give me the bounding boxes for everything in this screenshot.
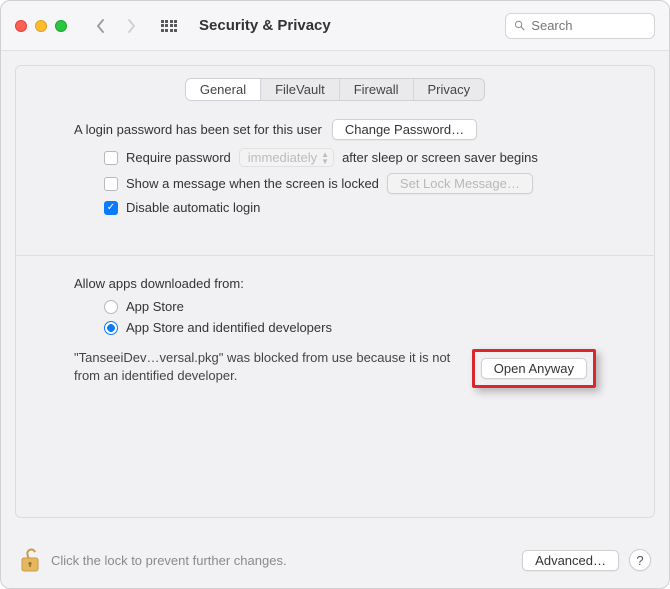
show-message-checkbox[interactable] [104, 177, 118, 191]
set-lock-message-button: Set Lock Message… [387, 173, 533, 194]
allow-identified-label: App Store and identified developers [126, 320, 332, 335]
help-button[interactable]: ? [629, 549, 651, 571]
blocked-app-row: "TanseeiDev…versal.pkg" was blocked from… [74, 349, 596, 388]
tab-filevault[interactable]: FileVault [261, 79, 340, 100]
disable-auto-login-checkbox[interactable] [104, 201, 118, 215]
show-message-row: Show a message when the screen is locked… [104, 173, 596, 194]
require-password-label: Require password [126, 150, 231, 165]
zoom-window-button[interactable] [55, 20, 67, 32]
chevron-updown-icon: ▲▼ [321, 151, 329, 165]
tab-firewall[interactable]: Firewall [340, 79, 414, 100]
allow-identified-row: App Store and identified developers [104, 320, 596, 335]
allow-appstore-radio[interactable] [104, 300, 118, 314]
back-button[interactable] [89, 14, 113, 38]
password-set-label: A login password has been set for this u… [74, 122, 322, 137]
search-input[interactable] [531, 18, 646, 33]
disable-auto-login-row: Disable automatic login [104, 200, 596, 215]
allow-appstore-row: App Store [104, 299, 596, 314]
minimize-window-button[interactable] [35, 20, 47, 32]
lock-open-icon[interactable] [19, 547, 41, 573]
nav-buttons [89, 14, 143, 38]
settings-pane: General FileVault Firewall Privacy A log… [15, 65, 655, 518]
window-controls [15, 20, 67, 32]
section-divider [16, 255, 654, 256]
tab-privacy[interactable]: Privacy [414, 79, 485, 100]
change-password-button[interactable]: Change Password… [332, 119, 477, 140]
allow-apps-heading: Allow apps downloaded from: [74, 276, 596, 291]
search-icon [514, 19, 525, 32]
content-area: General FileVault Firewall Privacy A log… [1, 51, 669, 532]
annotation-highlight: Open Anyway [472, 349, 596, 388]
advanced-button[interactable]: Advanced… [522, 550, 619, 571]
login-password-section: A login password has been set for this u… [34, 119, 636, 221]
blocked-app-message: "TanseeiDev…versal.pkg" was blocked from… [74, 349, 460, 384]
window-title: Security & Privacy [199, 17, 331, 34]
lock-hint-text: Click the lock to prevent further change… [51, 553, 287, 568]
require-password-checkbox[interactable] [104, 151, 118, 165]
forward-button[interactable] [119, 14, 143, 38]
close-window-button[interactable] [15, 20, 27, 32]
disable-auto-login-label: Disable automatic login [126, 200, 260, 215]
open-anyway-button[interactable]: Open Anyway [481, 358, 587, 379]
allow-appstore-label: App Store [126, 299, 184, 314]
show-message-label: Show a message when the screen is locked [126, 176, 379, 191]
allow-identified-radio[interactable] [104, 321, 118, 335]
search-field[interactable] [505, 13, 655, 39]
allow-apps-section: Allow apps downloaded from: App Store Ap… [34, 276, 636, 388]
require-password-delay-select: immediately ▲▼ [239, 148, 334, 167]
footer-bar: Click the lock to prevent further change… [1, 532, 669, 588]
titlebar: Security & Privacy [1, 1, 669, 51]
tab-bar: General FileVault Firewall Privacy [185, 78, 485, 101]
require-password-row: Require password immediately ▲▼ after sl… [104, 148, 596, 167]
prefs-window: Security & Privacy General FileVault Fir… [0, 0, 670, 589]
require-password-after-label: after sleep or screen saver begins [342, 150, 538, 165]
show-all-prefs-button[interactable] [159, 16, 179, 36]
tab-general[interactable]: General [186, 79, 261, 100]
